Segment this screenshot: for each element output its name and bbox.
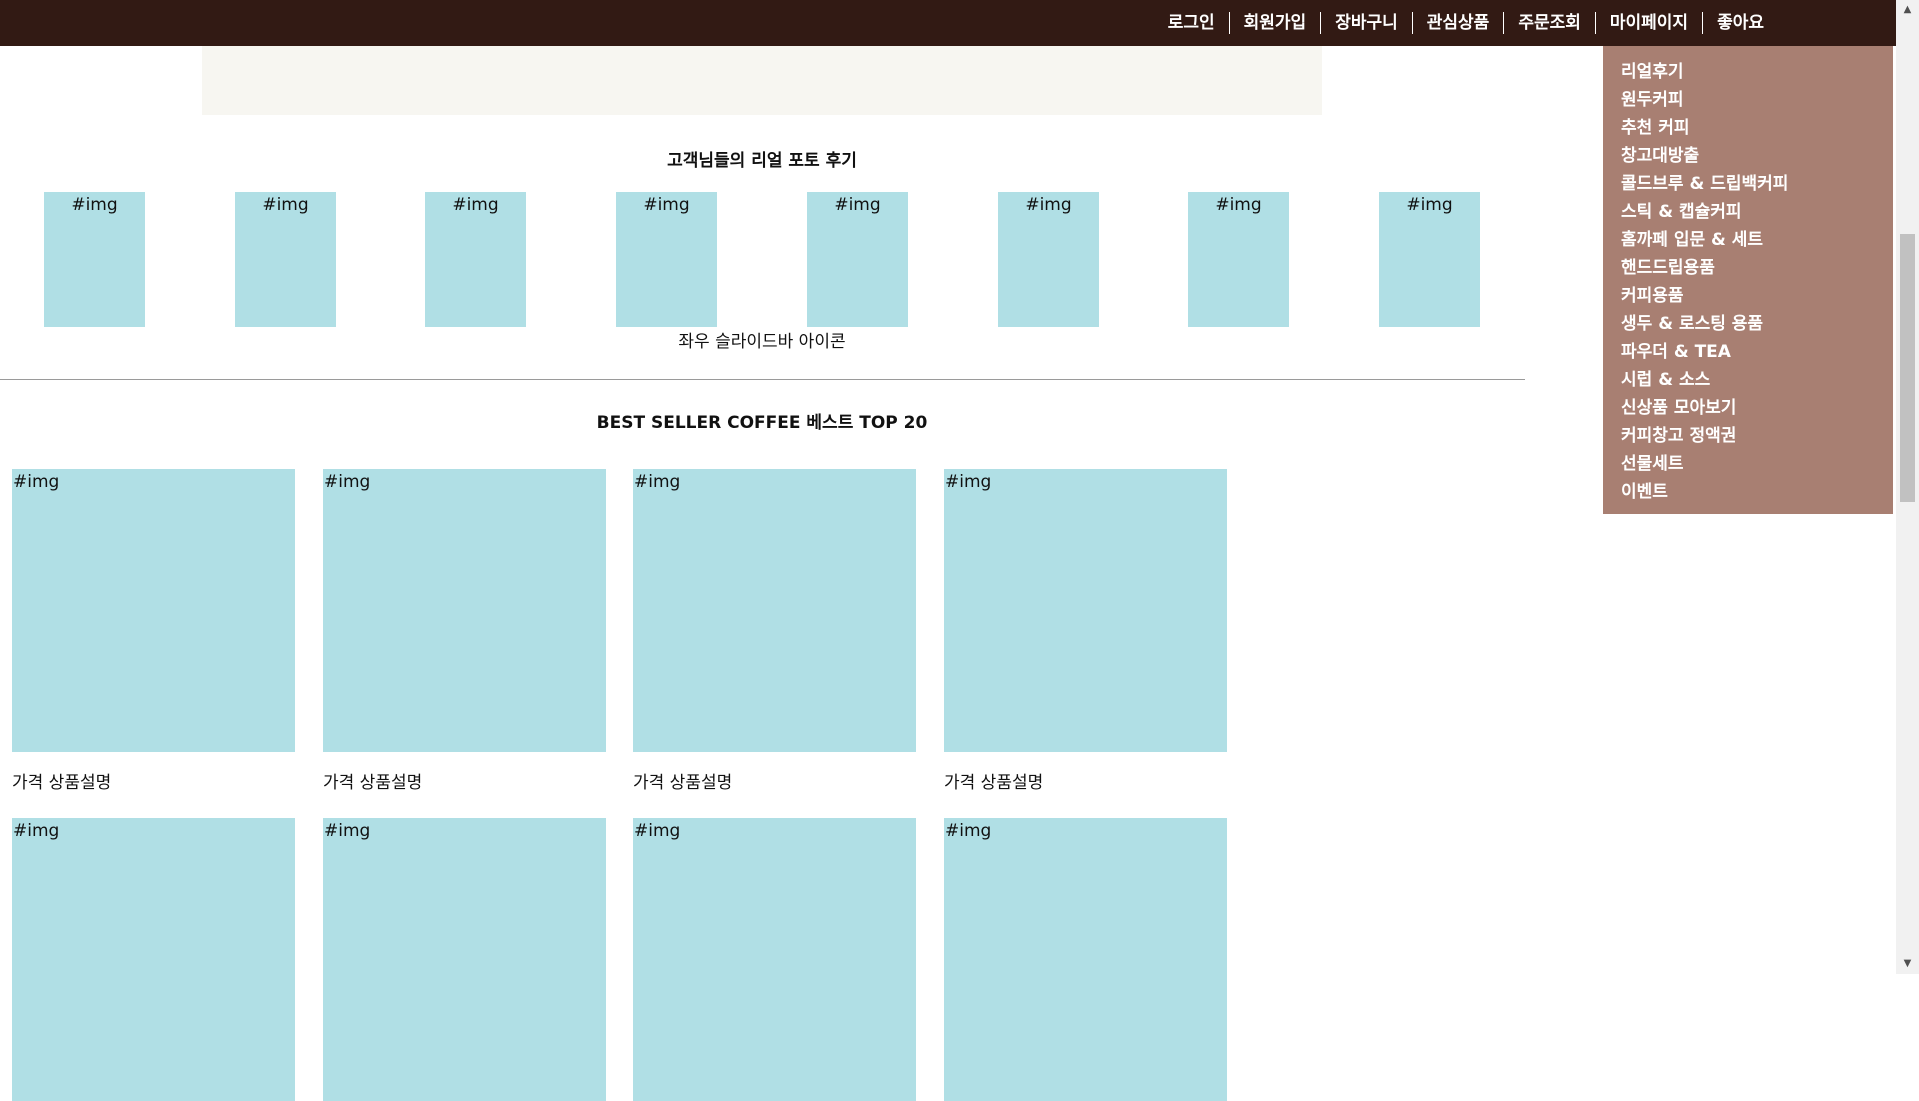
category-side-menu: 리얼후기 원두커피 추천 커피 창고대방출 콜드브루 & 드립백커피 스틱 & … (1603, 46, 1893, 514)
category-item-real-review[interactable]: 리얼후기 (1621, 58, 1893, 86)
cart-link[interactable]: 장바구니 (1320, 12, 1412, 34)
category-item-clearance[interactable]: 창고대방출 (1621, 142, 1893, 170)
product-image[interactable]: #img (323, 818, 606, 1101)
review-photo-thumb[interactable]: #img (1379, 192, 1480, 327)
category-item-recommended[interactable]: 추천 커피 (1621, 114, 1893, 142)
category-item-stick-capsule[interactable]: 스틱 & 캡슐커피 (1621, 198, 1893, 226)
category-item-coffee-goods[interactable]: 커피용품 (1621, 282, 1893, 310)
section-divider (0, 379, 1525, 380)
vertical-scrollbar[interactable]: ▲ ▼ (1896, 0, 1919, 974)
top-nav: 로그인 회원가입 장바구니 관심상품 주문조회 마이페이지 좋아요 (1154, 0, 1778, 46)
category-item-coldbrew-dripbag[interactable]: 콜드브루 & 드립백커피 (1621, 170, 1893, 198)
category-item-gift-set[interactable]: 선물세트 (1621, 450, 1893, 478)
product-image[interactable]: #img (12, 469, 295, 752)
product-image[interactable]: #img (944, 818, 1227, 1101)
review-photo-thumb[interactable]: #img (998, 192, 1099, 327)
best-seller-title: BEST SELLER COFFEE 베스트 TOP 20 (596, 413, 928, 433)
category-item-powder-tea[interactable]: 파우더 & TEA (1621, 338, 1893, 366)
banner-area (202, 46, 1322, 115)
product-image[interactable]: #img (633, 818, 916, 1101)
category-item-new-arrivals[interactable]: 신상품 모아보기 (1621, 394, 1893, 422)
signup-link[interactable]: 회원가입 (1228, 12, 1321, 34)
login-link[interactable]: 로그인 (1154, 12, 1229, 34)
order-lookup-link[interactable]: 주문조회 (1503, 12, 1595, 34)
review-photo-thumb[interactable]: #img (235, 192, 336, 327)
review-photo-thumb[interactable]: #img (616, 192, 717, 327)
review-section-title: 고객님들의 리얼 포토 후기 (667, 151, 857, 171)
category-list: 리얼후기 원두커피 추천 커피 창고대방출 콜드브루 & 드립백커피 스틱 & … (1603, 46, 1893, 506)
category-item-homecafe-set[interactable]: 홈까페 입문 & 세트 (1621, 226, 1893, 254)
top-bar: 로그인 회원가입 장바구니 관심상품 주문조회 마이페이지 좋아요 (0, 0, 1896, 46)
product-image[interactable]: #img (944, 469, 1227, 752)
product-caption[interactable]: 가격 상품설명 (323, 768, 422, 793)
review-photo-thumb[interactable]: #img (1188, 192, 1289, 327)
review-photo-thumb[interactable]: #img (425, 192, 526, 327)
product-caption[interactable]: 가격 상품설명 (944, 768, 1043, 793)
product-caption[interactable]: 가격 상품설명 (633, 768, 732, 793)
review-photo-thumb[interactable]: #img (807, 192, 908, 327)
wishlist-link[interactable]: 관심상품 (1411, 12, 1504, 34)
category-item-handdrip[interactable]: 핸드드립용품 (1621, 254, 1893, 282)
category-item-voucher[interactable]: 커피창고 정액권 (1621, 422, 1893, 450)
scroll-down-arrow-icon[interactable]: ▼ (1896, 954, 1919, 974)
product-caption[interactable]: 가격 상품설명 (12, 768, 111, 793)
product-image[interactable]: #img (12, 818, 295, 1101)
scroll-up-arrow-icon[interactable]: ▲ (1896, 0, 1919, 20)
product-image[interactable]: #img (633, 469, 916, 752)
mypage-link[interactable]: 마이페이지 (1594, 12, 1702, 34)
category-item-syrup-sauce[interactable]: 시럽 & 소스 (1621, 366, 1893, 394)
category-item-bean-coffee[interactable]: 원두커피 (1621, 86, 1893, 114)
category-item-event[interactable]: 이벤트 (1621, 478, 1893, 506)
likes-link[interactable]: 좋아요 (1702, 12, 1778, 34)
review-photo-thumb[interactable]: #img (44, 192, 145, 327)
product-image[interactable]: #img (323, 469, 606, 752)
slide-arrows-placeholder: 좌우 슬라이드바 아이콘 (678, 332, 846, 352)
scrollbar-thumb[interactable] (1900, 234, 1915, 502)
category-item-green-bean-roasting[interactable]: 생두 & 로스팅 용품 (1621, 310, 1893, 338)
